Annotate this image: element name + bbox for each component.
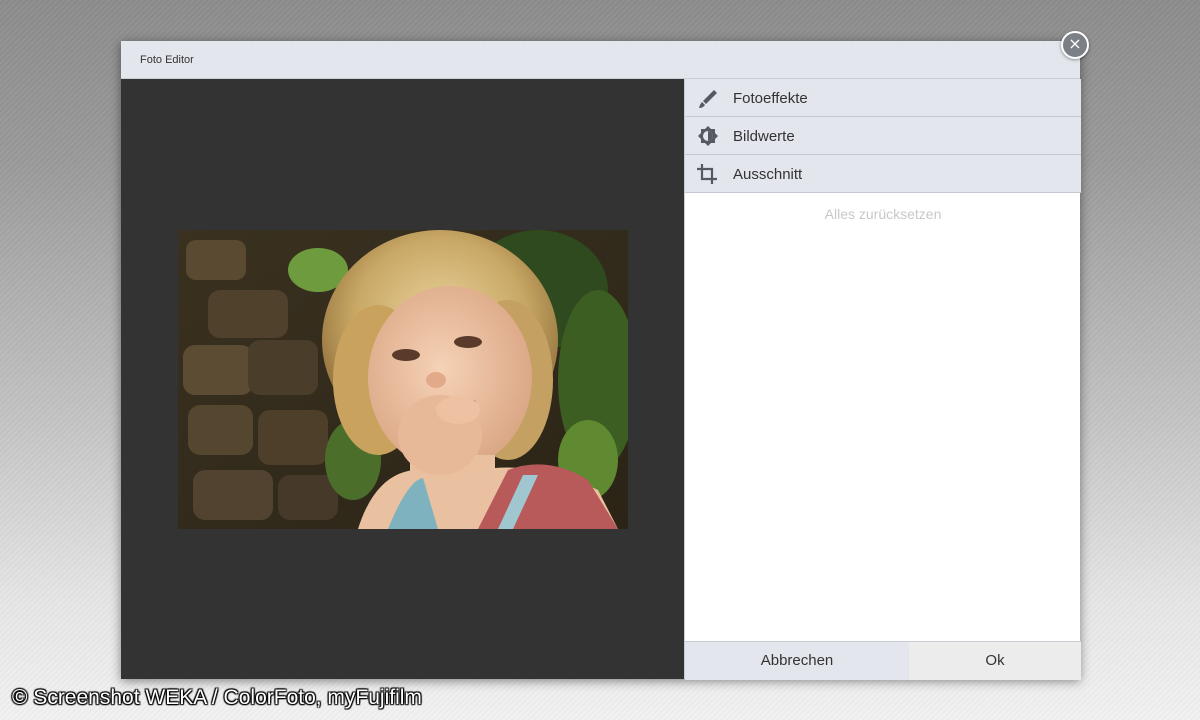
close-icon: × [1068,34,1082,53]
menu-item-fotoeffekte[interactable]: Fotoeffekte [685,79,1081,117]
dialog-titlebar: Foto Editor [121,41,1080,79]
dialog-footer: Abbrechen Ok [685,641,1081,680]
brightness-icon [697,126,719,146]
brush-icon [697,88,719,108]
menu-item-bildwerte[interactable]: Bildwerte [685,117,1081,155]
ok-button[interactable]: Ok [909,642,1081,680]
image-canvas [121,79,684,679]
photo-editor-dialog: Foto Editor × Fotoeffekte Bildwerte Auss… [121,31,1089,680]
crop-icon [697,164,719,184]
menu-item-label: Ausschnitt [733,166,803,183]
close-button[interactable]: × [1061,31,1089,59]
menu-item-label: Bildwerte [733,128,795,145]
cancel-button[interactable]: Abbrechen [685,642,909,680]
portrait-photo [178,230,628,529]
menu-item-ausschnitt[interactable]: Ausschnitt [685,155,1081,193]
tools-panel: Fotoeffekte Bildwerte Ausschnitt Alles z… [684,79,1081,680]
reset-all-link[interactable]: Alles zurücksetzen [685,206,1081,222]
dialog-title: Foto Editor [140,54,194,66]
menu-item-label: Fotoeffekte [733,90,808,107]
screenshot-credit: © Screenshot WEKA / ColorFoto, myFujifil… [12,686,422,709]
